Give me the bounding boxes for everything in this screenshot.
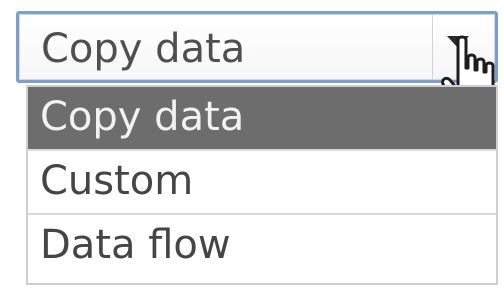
stage: Copy data Copy data Custom Data flow: [0, 0, 504, 291]
option-data-flow[interactable]: Data flow: [28, 215, 496, 283]
activity-type-select[interactable]: Copy data: [16, 11, 498, 83]
option-custom[interactable]: Custom: [28, 151, 496, 215]
select-current-value: Copy data: [41, 26, 246, 72]
dropdown-list: Copy data Custom Data flow: [26, 85, 498, 285]
option-copy-data[interactable]: Copy data: [28, 87, 496, 151]
